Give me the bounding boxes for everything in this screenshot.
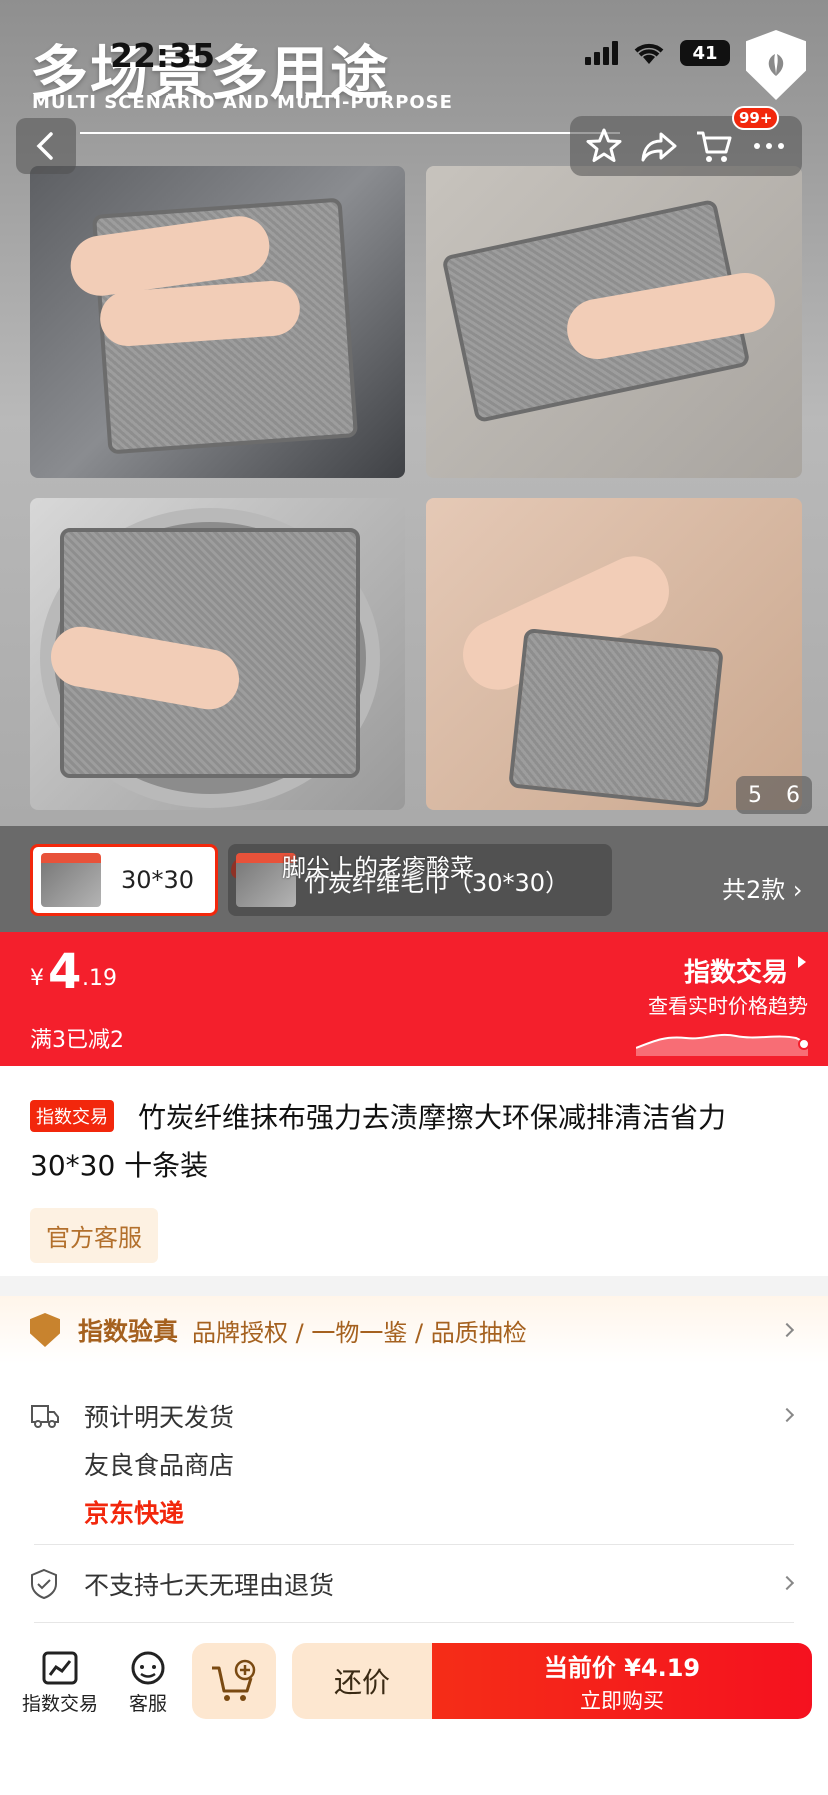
price-banner: ¥ 4 .19 满3已减2 指数交易 查看实时价格趋势 — [0, 932, 828, 1066]
favorite-button[interactable] — [582, 124, 626, 168]
price-trend-sparkline — [636, 1033, 810, 1056]
more-button[interactable] — [747, 124, 791, 168]
variant-count: 共2款 — [722, 876, 786, 904]
battery-icon: 41 — [680, 40, 730, 66]
buy-action: 立即购买 — [580, 1688, 664, 1713]
gallery-photo-table — [426, 166, 802, 478]
gallery-photo-hand — [426, 498, 802, 810]
back-button[interactable] — [16, 118, 76, 174]
authenticity-row[interactable]: 指数验真 品牌授权 / 一物一鉴 / 品质抽检 — [0, 1296, 828, 1364]
shop-name: 友良食品商店 — [84, 1451, 235, 1480]
status-icons: 41 — [585, 40, 730, 66]
gallery-page-indicator: 5 6 — [736, 776, 812, 814]
buy-price: 当前价 ¥4.19 — [543, 1653, 701, 1682]
variant-count-link[interactable]: 共2款 › — [722, 870, 803, 905]
verified-shield-icon — [30, 1313, 60, 1347]
variant-label: 30*30 — [121, 866, 195, 894]
chevron-right-icon — [779, 1322, 795, 1338]
gallery-photo-pan — [30, 498, 405, 810]
more-icon — [753, 143, 784, 149]
share-icon — [641, 132, 676, 162]
truck-icon — [31, 1405, 59, 1428]
price-integer: 4 — [48, 944, 82, 1000]
star-icon — [586, 128, 621, 162]
product-title: 竹炭纤维抹布强力去渍摩擦大环保减排清洁省力30*30 十条装 — [30, 1101, 727, 1182]
index-trade-tab[interactable]: 指数交易 — [22, 1649, 98, 1716]
add-to-cart-button[interactable] — [192, 1643, 276, 1719]
page-current: 5 — [748, 782, 762, 808]
wifi-icon — [634, 43, 664, 64]
bottom-action-bar: 指数交易 客服 还价 当前价 ¥4.19 立即购买 — [0, 1623, 828, 1795]
courier-name: 京东快递 — [84, 1499, 185, 1528]
status-time: 22:35 — [110, 36, 216, 75]
divider — [34, 1544, 794, 1545]
add-cart-icon — [212, 1659, 256, 1701]
towel-shape — [508, 627, 724, 809]
product-info-card: 指数交易 竹炭纤维抹布强力去渍摩擦大环保减排清洁省力30*30 十条装 官方客服 — [0, 1066, 828, 1276]
hero-subtitle: MULTI SCENARIO AND MULTI-PURPOSE — [32, 92, 453, 113]
index-trade-label: 指数交易 — [22, 1693, 99, 1715]
price-decimal: .19 — [82, 966, 117, 991]
chat-icon — [131, 1651, 165, 1685]
delivery-eta: 预计明天发货 — [84, 1403, 235, 1432]
official-service-button[interactable]: 官方客服 — [30, 1208, 158, 1263]
customer-service-tab[interactable]: 客服 — [128, 1649, 168, 1716]
danmaku-comment: 脚尖上的老瘆酸菜 — [282, 854, 474, 882]
gallery-photo-kitchen — [30, 166, 405, 478]
cart-button[interactable] — [692, 124, 736, 168]
arrow-right-icon — [798, 956, 806, 968]
chevron-left-icon — [36, 132, 53, 160]
promo-text: 满3已减2 — [30, 1028, 124, 1053]
chevron-right-icon — [779, 1407, 795, 1423]
variant-option-1[interactable]: 30*30 — [30, 844, 247, 916]
index-chart-icon — [42, 1651, 78, 1685]
authenticity-title: 指数验真 — [78, 1317, 179, 1346]
buy-now-button[interactable]: 当前价 ¥4.19 立即购买 — [432, 1643, 812, 1719]
page-total: 6 — [786, 782, 800, 808]
leaf-icon — [768, 54, 784, 76]
customer-service-label: 客服 — [128, 1693, 167, 1715]
product-detail-page: 多场景多用途 MULTI SCENARIO AND MULTI-PURPOSE … — [0, 0, 828, 1795]
shield-check-icon — [31, 1568, 57, 1600]
authenticity-items: 品牌授权 / 一物一鉴 / 品质抽检 — [192, 1318, 527, 1347]
index-trade-title: 指数交易 — [683, 958, 788, 988]
index-trade-subtitle: 查看实时价格趋势 — [648, 994, 808, 1018]
shipping-section: 预计明天发货 友良食品商店 京东快递 不支持七天无理由退货 — [0, 1364, 828, 1639]
variant-thumbnail — [41, 853, 101, 907]
cart-count-badge: 99+ — [732, 106, 780, 130]
return-policy-text: 不支持七天无理由退货 — [84, 1571, 335, 1600]
chevron-right-icon — [779, 1575, 795, 1591]
cellular-signal-icon — [585, 41, 618, 65]
cart-icon — [696, 131, 731, 162]
hero-divider — [80, 132, 620, 134]
share-button[interactable] — [637, 124, 681, 168]
bargain-button[interactable]: 还价 — [292, 1643, 432, 1719]
currency-symbol: ¥ — [30, 966, 44, 991]
